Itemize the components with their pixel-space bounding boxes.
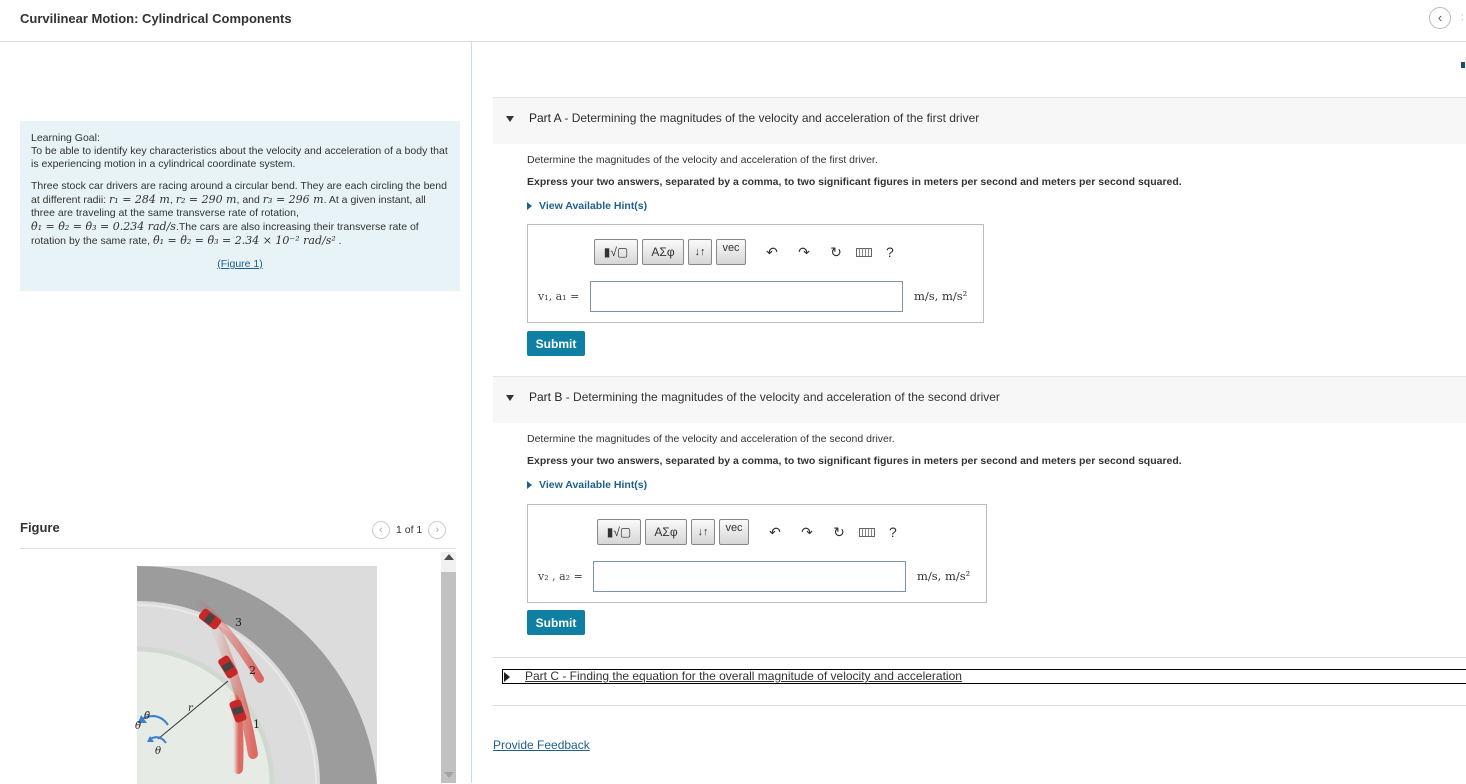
page-title: Curvilinear Motion: Cylindrical Componen… xyxy=(20,11,292,26)
keyboard-icon[interactable] xyxy=(856,247,872,257)
part-a-title: - Determining the magnitudes of the velo… xyxy=(561,111,980,125)
reset-icon[interactable]: ↻ xyxy=(826,244,846,261)
figure-heading: Figure xyxy=(20,520,60,535)
part-b-answer-input[interactable] xyxy=(593,561,906,592)
part-a-answer-box: ▮√▢ ΑΣφ ↓↑ vec ↶ ↷ ↻ ? v₁, a₁ = m/s, m/s… xyxy=(527,224,984,323)
collapse-triangle-icon[interactable] xyxy=(506,116,514,122)
expand-triangle-icon[interactable] xyxy=(504,672,510,682)
part-b-units: m/s, m/s² xyxy=(917,569,971,583)
figure-pager: ‹ 1 of 1 › xyxy=(372,520,447,540)
part-a-hint-text: View Available Hint(s) xyxy=(539,200,648,212)
greek-symbols-button[interactable]: ΑΣφ xyxy=(642,239,684,265)
prev-figure-icon[interactable]: ‹ xyxy=(372,521,390,539)
next-figure-icon[interactable]: › xyxy=(428,521,447,539)
greek-symbols-button[interactable]: ΑΣφ xyxy=(645,519,687,545)
part-b-title: - Determining the magnitudes of the velo… xyxy=(562,390,1000,404)
car-label-3: 3 xyxy=(235,616,242,629)
part-a-units: m/s, m/s² xyxy=(914,289,968,303)
pager-text: 1 of 1 xyxy=(396,524,423,536)
vector-button[interactable]: vec xyxy=(716,239,746,265)
subscript-button[interactable]: ↓↑ xyxy=(691,519,715,545)
thetaddot-label: θ̈ xyxy=(144,711,150,722)
part-a-instruction: Express your two answers, separated by a… xyxy=(527,176,1182,188)
part-b-hint-text: View Available Hint(s) xyxy=(539,479,648,491)
figure-link[interactable]: (Figure 1) xyxy=(31,258,449,271)
goal-text: To be able to identify key characteristi… xyxy=(31,145,448,170)
part-b-answer-box: ▮√▢ ΑΣφ ↓↑ vec ↶ ↷ ↻ ? v₂ , a₂ = m/s, m/… xyxy=(527,504,987,603)
scroll-up-icon[interactable] xyxy=(444,554,454,560)
undo-icon[interactable]: ↶ xyxy=(762,244,782,261)
scroll-down-icon[interactable] xyxy=(444,772,454,778)
part-a-math-toolbar: ▮√▢ ΑΣφ ↓↑ vec ↶ ↷ ↻ ? xyxy=(594,238,894,266)
top-bar: Curvilinear Motion: Cylindrical Componen… xyxy=(0,0,1466,42)
redo-icon[interactable]: ↷ xyxy=(797,524,817,541)
help-icon[interactable]: ? xyxy=(889,524,897,540)
part-a-question: Determine the magnitudes of the velocity… xyxy=(527,154,878,166)
part-c-letter: Part C xyxy=(525,669,560,683)
part-b-instruction: Express your two answers, separated by a… xyxy=(527,455,1182,467)
template-button[interactable]: ▮√▢ xyxy=(597,519,641,545)
car-label-2: 2 xyxy=(249,664,256,677)
part-c-header[interactable]: Part C - Finding the equation for the ov… xyxy=(502,669,1466,684)
part-b-question: Determine the magnitudes of the velocity… xyxy=(527,433,895,445)
reset-icon[interactable]: ↻ xyxy=(829,524,849,541)
part-a-hint-link[interactable]: View Available Hint(s) xyxy=(527,200,647,212)
figure-image: 3 2 1 r θ̈ θ̇ θ xyxy=(135,565,377,784)
redo-icon[interactable]: ↷ xyxy=(794,244,814,261)
part-b-letter: Part B xyxy=(529,390,563,404)
part-b-submit-button[interactable]: Submit xyxy=(527,610,585,635)
template-button[interactable]: ▮√▢ xyxy=(594,239,638,265)
provide-feedback-link[interactable]: Provide Feedback xyxy=(493,738,590,752)
theta-dot-eq: θ̇₁ = θ̇₂ = θ̇₃ = 0.234 rad/s xyxy=(31,220,176,233)
part-b-hint-link[interactable]: View Available Hint(s) xyxy=(527,479,647,491)
car-label-1: 1 xyxy=(253,718,260,731)
part-c-title: - Finding the equation for the overall m… xyxy=(559,669,962,683)
collapse-triangle-icon[interactable] xyxy=(506,395,514,401)
help-icon[interactable]: ? xyxy=(886,244,894,260)
chevron-left-icon[interactable]: ‹ xyxy=(1429,7,1451,29)
figure-scrollbar-thumb[interactable] xyxy=(441,572,456,783)
panel-divider[interactable] xyxy=(471,41,472,783)
expand-triangle-icon xyxy=(527,481,532,490)
radius-3: r₃ = 296 m xyxy=(262,193,324,206)
part-b-math-toolbar: ▮√▢ ΑΣφ ↓↑ vec ↶ ↷ ↻ ? xyxy=(597,518,897,546)
part-a-header[interactable]: Part A - Determining the magnitudes of t… xyxy=(493,97,1466,144)
more-icon[interactable]: : xyxy=(1461,12,1464,23)
separator xyxy=(493,705,1466,706)
thetadot-label: θ̇ xyxy=(135,721,141,732)
part-b-variable-label: v₂ , a₂ = xyxy=(538,570,583,583)
part-b-header[interactable]: Part B - Determining the magnitudes of t… xyxy=(493,376,1466,423)
theta-ddot-eq: θ̈₁ = θ̈₂ = θ̈₃ = 2.34 × 10⁻² rad/s² xyxy=(153,234,336,247)
theta-label: θ xyxy=(155,746,161,757)
goal-title: Learning Goal: xyxy=(31,132,100,144)
keyboard-icon[interactable] xyxy=(859,527,875,537)
undo-icon[interactable]: ↶ xyxy=(765,524,785,541)
separator xyxy=(493,657,1466,658)
subscript-button[interactable]: ↓↑ xyxy=(688,239,712,265)
part-a-submit-button[interactable]: Submit xyxy=(527,331,585,356)
radius-1: r₁ = 284 m xyxy=(109,193,170,206)
figure-viewport: 3 2 1 r θ̈ θ̇ θ xyxy=(20,548,456,784)
part-a-letter: Part A xyxy=(529,111,562,125)
part-a-variable-label: v₁, a₁ = xyxy=(538,290,580,303)
edge-indicator xyxy=(1461,62,1465,68)
expand-triangle-icon xyxy=(527,202,532,211)
learning-goal-box: Learning Goal: To be able to identify ke… xyxy=(20,121,460,291)
radius-2: r₂ = 290 m xyxy=(175,193,237,206)
part-a-answer-input[interactable] xyxy=(590,281,903,312)
vector-button[interactable]: vec xyxy=(719,519,749,545)
